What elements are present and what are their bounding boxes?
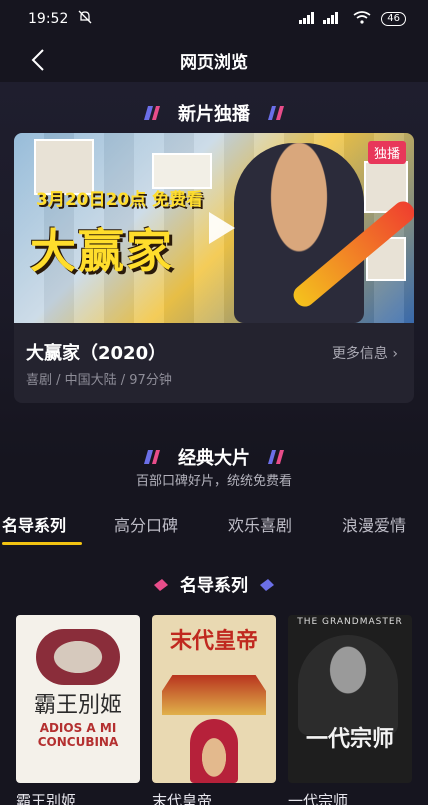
classic-subtitle: 百部口碑好片，统统免费看: [135, 474, 292, 489]
movie-poster-card[interactable]: 霸王別姬 ADIOS A MI CONCUBINA: [16, 615, 140, 783]
right-deco-icon: [268, 450, 284, 464]
poster-figures: [298, 635, 398, 735]
poster-emperor: [190, 719, 238, 783]
poster-title-text: 大赢家: [30, 224, 174, 278]
classic-heading: 经典大片: [0, 444, 428, 470]
featured-movie-meta: 喜剧 / 中国大陆 / 97分钟: [26, 373, 172, 388]
poster-face: [36, 629, 120, 685]
wifi-icon: [353, 11, 371, 27]
movie-poster-card[interactable]: THE GRANDMASTER 一代宗师: [288, 615, 412, 783]
poster-subtitle-art: THE GRANDMASTER: [297, 617, 403, 627]
featured-heading-text: 新片独播: [178, 104, 250, 125]
tab-comedy[interactable]: 欢乐喜剧: [228, 512, 292, 536]
poster-title-art: 霸王別姬: [33, 693, 122, 718]
right-deco-icon: [268, 106, 284, 120]
more-info-link[interactable]: 更多信息 ›: [332, 343, 398, 363]
featured-movie-name[interactable]: 大赢家（2020）: [26, 339, 166, 365]
page-title: 网页浏览: [180, 52, 248, 73]
poster-title-art: 末代皇帝: [169, 628, 258, 654]
signal-icon: [299, 11, 343, 27]
right-deco-icon: [260, 578, 274, 591]
classic-heading-text: 经典大片: [178, 448, 250, 469]
series-heading-text: 名导系列: [180, 576, 248, 596]
poster-note: [152, 153, 212, 189]
battery-indicator: 46: [381, 12, 406, 26]
left-deco-icon: [144, 450, 160, 464]
poster-palace: [162, 675, 266, 715]
poster-title-art: 一代宗师: [305, 726, 394, 752]
tab-high-rating[interactable]: 高分口碑: [114, 512, 178, 536]
poster-date-text: 3月20日20点 免费看: [36, 190, 204, 210]
left-deco-icon: [144, 106, 160, 120]
poster-subtitle-art: ADIOS A MI CONCUBINA: [37, 721, 119, 749]
mute-bell-icon: [78, 10, 92, 28]
movie-title[interactable]: 霸王别姬: [16, 790, 76, 805]
featured-heading: 新片独播: [0, 100, 428, 126]
featured-poster[interactable]: 3月20日20点 免费看 大赢家 独播: [14, 133, 414, 323]
status-bar: 19:52 46: [0, 0, 428, 38]
movie-row: 霸王別姬 ADIOS A MI CONCUBINA 末代皇帝 THE GRAND…: [16, 615, 428, 785]
back-button[interactable]: [24, 46, 52, 74]
left-deco-icon: [154, 578, 168, 591]
featured-movie-card[interactable]: 3月20日20点 免费看 大赢家 独播 大赢家（2020） 更多信息 › 喜剧 …: [14, 133, 414, 403]
movie-title[interactable]: 一代宗师: [288, 790, 348, 805]
status-time: 19:52: [28, 11, 69, 27]
movie-poster-card[interactable]: 末代皇帝: [152, 615, 276, 783]
play-icon[interactable]: [199, 208, 239, 248]
tab-famous-directors[interactable]: 名导系列: [2, 512, 66, 536]
nav-bar: 网页浏览: [0, 38, 428, 82]
exclusive-badge: 独播: [367, 141, 406, 164]
series-heading: 名导系列: [0, 571, 428, 596]
active-tab-indicator: [2, 542, 82, 545]
chevron-left-icon: [31, 49, 44, 71]
tab-romance[interactable]: 浪漫爱情: [342, 512, 406, 536]
movie-title[interactable]: 末代皇帝: [152, 790, 212, 805]
